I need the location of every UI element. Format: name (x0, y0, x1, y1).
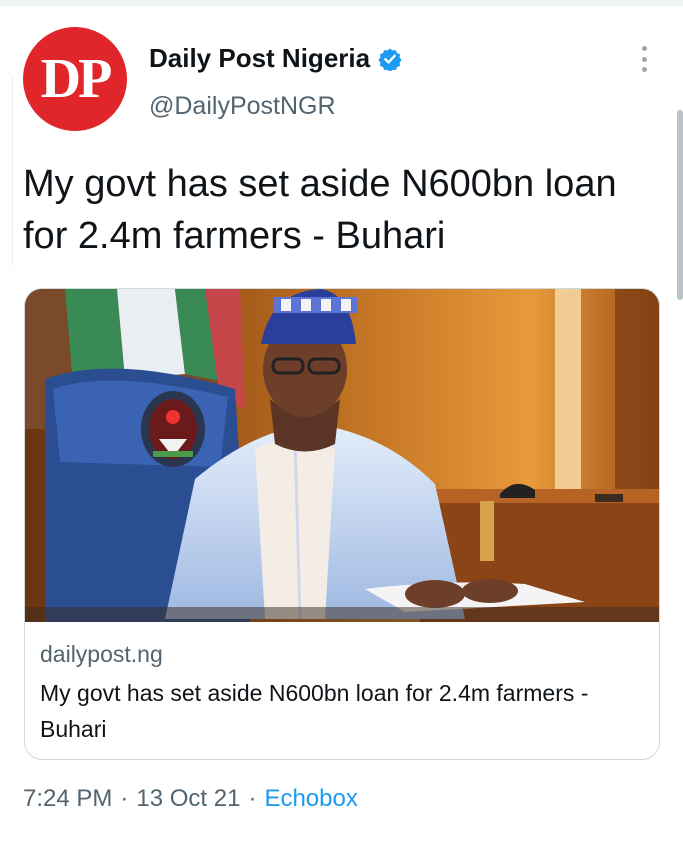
avatar[interactable]: DP (23, 27, 127, 131)
tweet-meta: 7:24 PM · 13 Oct 21 · Echobox (23, 785, 358, 813)
tweet-source[interactable]: Echobox (264, 785, 357, 813)
tweet-time[interactable]: 7:24 PM (23, 785, 112, 813)
more-options-icon[interactable] (634, 42, 654, 76)
scrollbar[interactable] (677, 110, 683, 300)
top-divider (0, 0, 683, 6)
meta-separator-2: · (248, 785, 257, 812)
account-name-row[interactable]: Daily Post Nigeria (149, 43, 402, 74)
link-card[interactable]: dailypost.ng My govt has set aside N600b… (24, 288, 660, 760)
avatar-logo-text: DP (40, 48, 113, 110)
link-card-title[interactable]: My govt has set aside N600bn loan for 2.… (40, 675, 640, 747)
verified-badge-icon (378, 48, 402, 71)
link-card-domain[interactable]: dailypost.ng (40, 641, 163, 668)
meta-separator: · (120, 785, 129, 812)
account-handle[interactable]: @DailyPostNGR (149, 92, 336, 121)
tweet-text: My govt has set aside N600bn loan for 2.… (23, 163, 617, 257)
tweet-date[interactable]: 13 Oct 21 (136, 785, 240, 813)
display-name[interactable]: Daily Post Nigeria (149, 43, 370, 74)
adjacent-panel-edge (0, 70, 13, 270)
link-card-image[interactable] (25, 289, 659, 622)
